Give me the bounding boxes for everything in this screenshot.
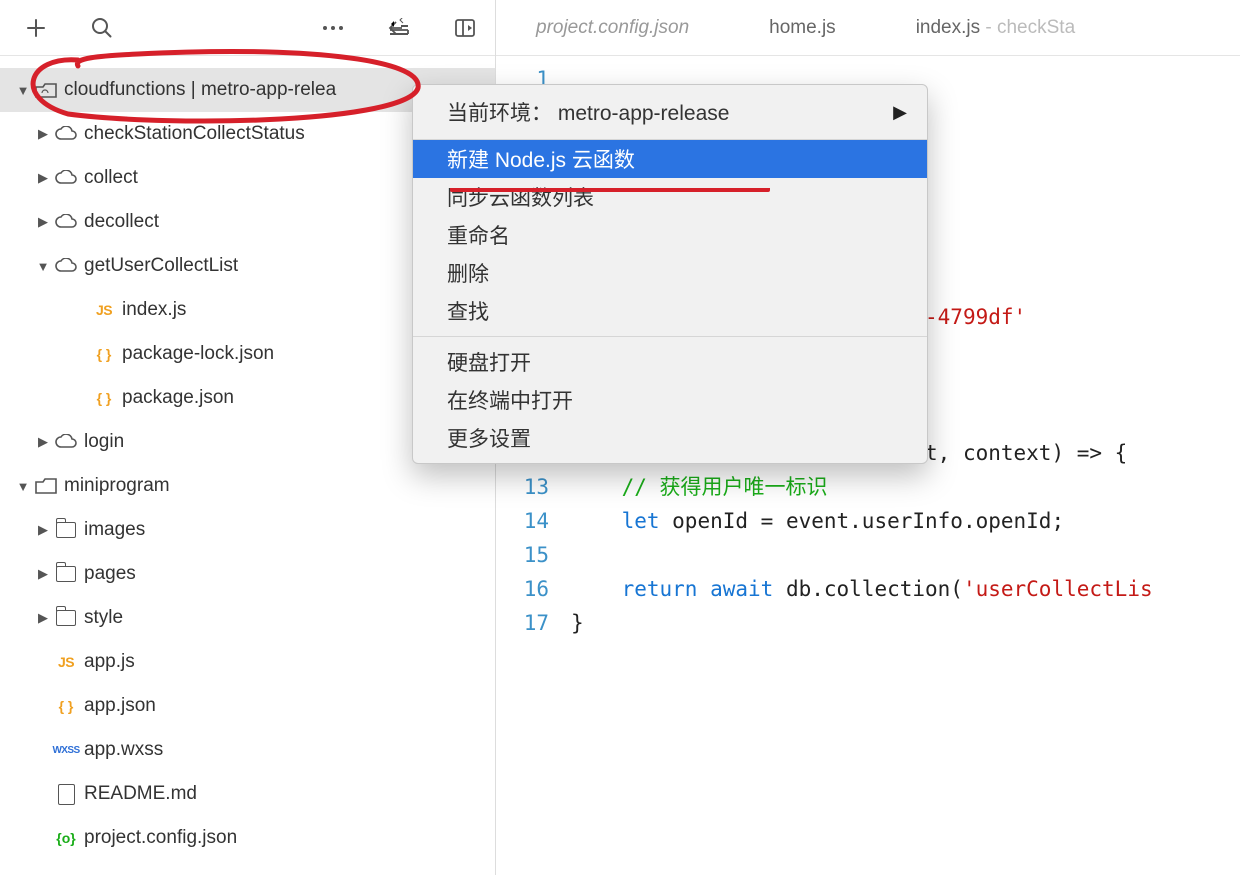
- cloud-folder-icon: [32, 81, 60, 99]
- config-file-icon: {o}: [52, 830, 80, 846]
- tree-label: collect: [84, 167, 138, 189]
- tree-label: index.js: [122, 299, 186, 321]
- chevron-right-icon: ▶: [34, 610, 52, 626]
- chevron-right-icon: ▶: [34, 522, 52, 538]
- tree-label: decollect: [84, 211, 159, 233]
- menu-divider: [413, 336, 927, 337]
- chevron-right-icon: ▶: [34, 126, 52, 142]
- add-icon[interactable]: [24, 16, 48, 40]
- tree-item-images[interactable]: ▶ images: [0, 508, 495, 552]
- tree-item-miniprogram[interactable]: ▼ miniprogram: [0, 464, 495, 508]
- menu-item-new-nodejs-cloudfunction[interactable]: 新建 Node.js 云函数: [413, 140, 927, 178]
- cloud-icon: [52, 214, 80, 230]
- chevron-down-icon: ▼: [14, 479, 32, 494]
- context-menu: 当前环境： metro-app-release ▶ 新建 Node.js 云函数…: [412, 84, 928, 464]
- folder-icon: [52, 610, 80, 626]
- tree-item-style[interactable]: ▶ style: [0, 596, 495, 640]
- tree-label: miniprogram: [64, 475, 170, 497]
- chevron-right-icon: ▶: [893, 102, 907, 123]
- tree-label: app.json: [84, 695, 156, 717]
- wxss-file-icon: WXSS: [52, 745, 80, 756]
- tree-label: package.json: [122, 387, 234, 409]
- collapse-icon[interactable]: [387, 16, 411, 40]
- tab-path-suffix: - checkSta: [980, 17, 1075, 38]
- folder-icon: [52, 566, 80, 582]
- tree-label: pages: [84, 563, 136, 585]
- more-icon[interactable]: [321, 16, 345, 40]
- context-menu-env-header[interactable]: 当前环境： metro-app-release ▶: [413, 89, 927, 140]
- tree-label: app.js: [84, 651, 135, 673]
- tree-label: getUserCollectList: [84, 255, 238, 277]
- env-label: 当前环境：: [447, 102, 552, 125]
- tree-label: cloudfunctions | metro-app-relea: [64, 79, 336, 101]
- env-value: metro-app-release: [558, 102, 730, 125]
- menu-item-sync-cloudfunctions[interactable]: 同步云函数列表: [413, 178, 927, 216]
- tree-label: checkStationCollectStatus: [84, 123, 305, 145]
- chevron-right-icon: ▶: [34, 434, 52, 450]
- tree-item-appwxss[interactable]: WXSS app.wxss: [0, 728, 495, 772]
- tree-label: style: [84, 607, 123, 629]
- folder-icon: [52, 522, 80, 538]
- js-file-icon: JS: [52, 654, 80, 670]
- editor-tabs: project.config.json home.js index.js - c…: [496, 0, 1240, 56]
- cloud-icon: [52, 170, 80, 186]
- tree-item-projectconfig[interactable]: {o} project.config.json: [0, 816, 495, 860]
- tree-item-pages[interactable]: ▶ pages: [0, 552, 495, 596]
- chevron-right-icon: ▶: [34, 566, 52, 582]
- tree-label: project.config.json: [84, 827, 237, 849]
- chevron-down-icon: ▼: [14, 83, 32, 98]
- cloud-icon: [52, 258, 80, 274]
- sidebar-toolbar: [0, 0, 495, 56]
- tab-home-js[interactable]: home.js: [769, 17, 836, 39]
- chevron-down-icon: ▼: [34, 259, 52, 274]
- menu-item-find[interactable]: 查找: [413, 292, 927, 330]
- tab-project-config[interactable]: project.config.json: [536, 17, 689, 39]
- tab-label: index.js: [916, 17, 980, 38]
- json-file-icon: { }: [90, 346, 118, 362]
- chevron-right-icon: ▶: [34, 170, 52, 186]
- search-icon[interactable]: [90, 16, 114, 40]
- js-file-icon: JS: [90, 302, 118, 318]
- menu-item-open-in-terminal[interactable]: 在终端中打开: [413, 381, 927, 419]
- menu-item-more-settings[interactable]: 更多设置: [413, 419, 927, 457]
- panel-toggle-icon[interactable]: [453, 16, 477, 40]
- tree-item-appjson[interactable]: { } app.json: [0, 684, 495, 728]
- menu-item-delete[interactable]: 删除: [413, 254, 927, 292]
- tree-label: login: [84, 431, 124, 453]
- folder-open-icon: [32, 477, 60, 495]
- cloud-icon: [52, 126, 80, 142]
- tab-index-js[interactable]: index.js - checkSta: [916, 17, 1075, 39]
- json-file-icon: { }: [52, 698, 80, 714]
- tree-item-appjs[interactable]: JS app.js: [0, 640, 495, 684]
- cloud-icon: [52, 434, 80, 450]
- tree-item-readme[interactable]: README.md: [0, 772, 495, 816]
- menu-item-rename[interactable]: 重命名: [413, 216, 927, 254]
- tree-label: app.wxss: [84, 739, 163, 761]
- json-file-icon: { }: [90, 390, 118, 406]
- file-icon: [52, 784, 80, 805]
- tree-label: README.md: [84, 783, 197, 805]
- tree-label: package-lock.json: [122, 343, 274, 365]
- chevron-right-icon: ▶: [34, 214, 52, 230]
- tree-label: images: [84, 519, 145, 541]
- menu-item-open-on-disk[interactable]: 硬盘打开: [413, 343, 927, 381]
